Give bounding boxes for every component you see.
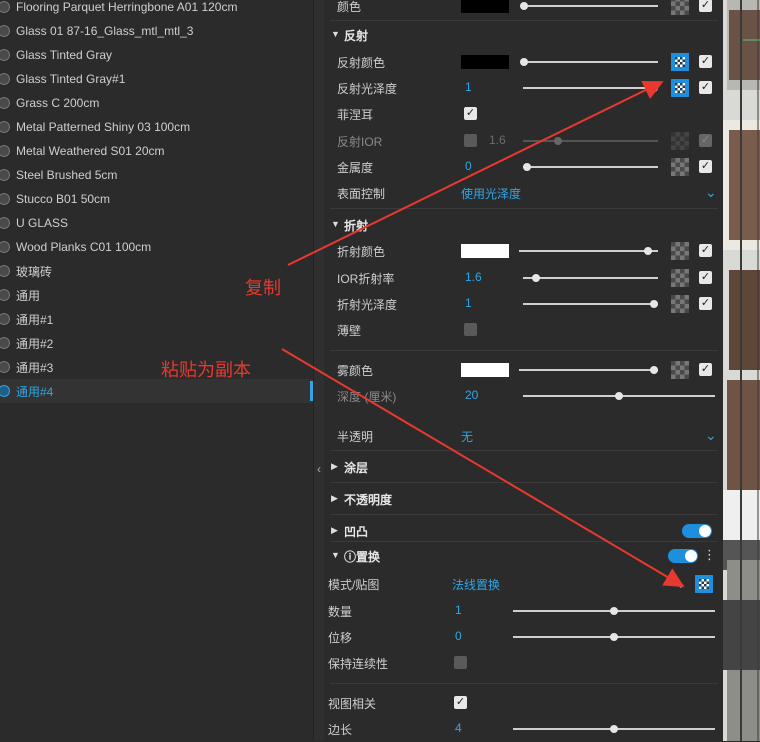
annotation-arrows xyxy=(281,81,685,588)
paste-annotation: 粘贴为副本 xyxy=(161,360,251,380)
copy-arrow xyxy=(287,81,664,266)
paste-arrow xyxy=(281,348,685,588)
copy-annotation: 复制 xyxy=(245,278,281,298)
